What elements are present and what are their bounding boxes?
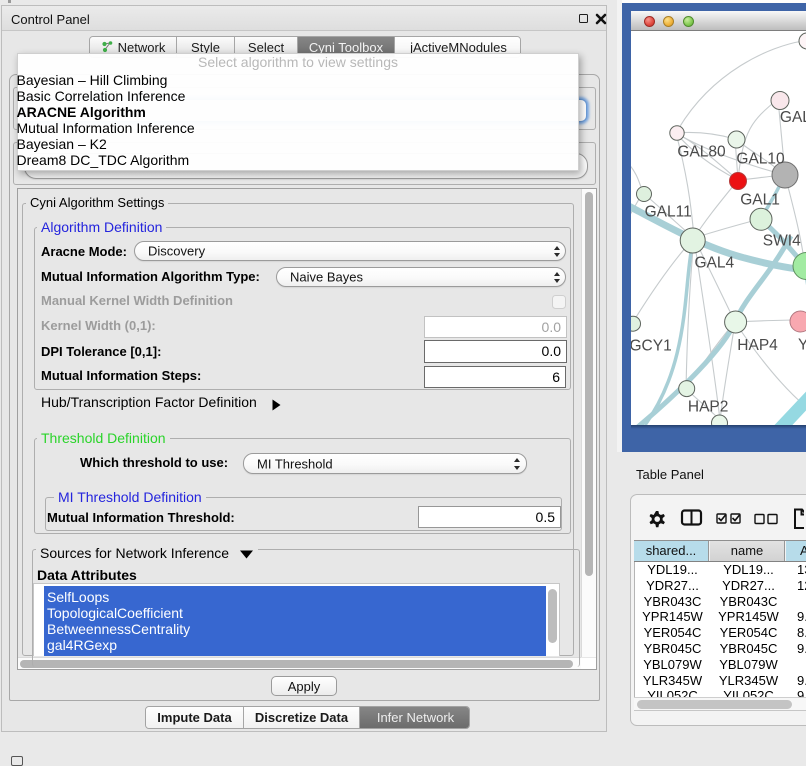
svg-text:GCY1: GCY1 (631, 338, 672, 355)
svg-text:GAL7: GAL7 (780, 109, 806, 126)
svg-text:GAL4: GAL4 (695, 255, 735, 272)
svg-text:SWI4: SWI4 (763, 233, 801, 250)
svg-text:GAL1: GAL1 (740, 191, 780, 208)
svg-text:GAL10: GAL10 (736, 150, 785, 167)
svg-text:GAL80: GAL80 (677, 144, 726, 161)
svg-text:HAP2: HAP2 (688, 398, 729, 415)
svg-text:HAP4: HAP4 (737, 337, 778, 354)
svg-text:Y: Y (798, 336, 806, 353)
svg-text:GAL11: GAL11 (645, 204, 692, 221)
